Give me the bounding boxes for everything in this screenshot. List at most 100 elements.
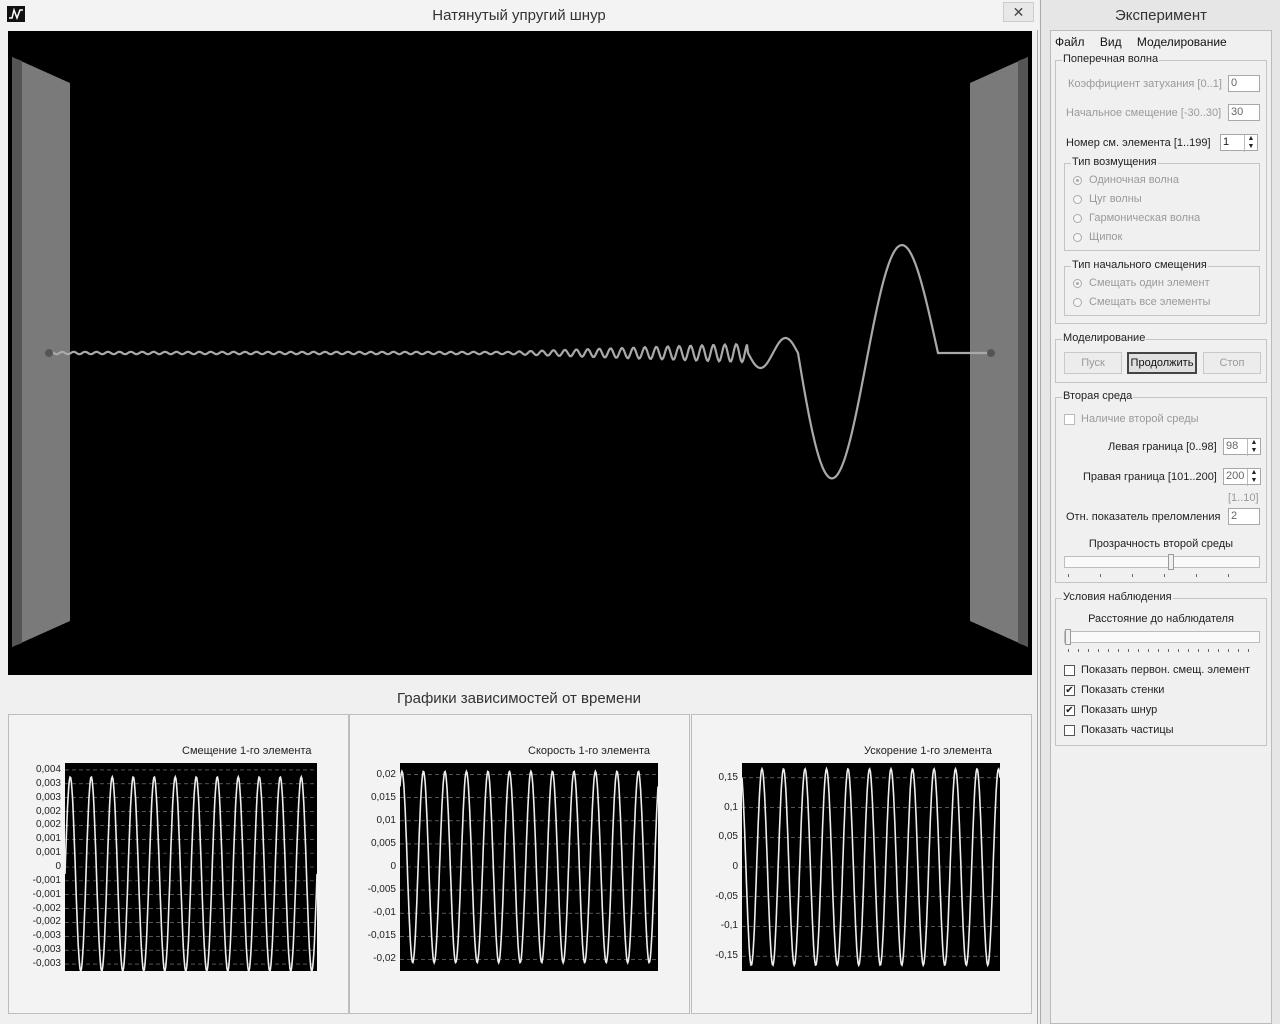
transparency-label: Прозрачность второй среды [1088,538,1234,550]
y-tick-label: 0,002 [35,805,61,817]
scene-svg [12,57,1028,647]
y-tick-label: -0,005 [367,884,396,896]
slider-thumb[interactable] [1168,554,1175,570]
menu-file[interactable]: Файл [1055,35,1085,49]
left-boundary-stepper[interactable]: 98 ▲ ▼ [1223,438,1261,456]
y-tick-label: -0,003 [32,930,61,942]
element-label: Номер см. элемента [1..199] [1066,137,1211,149]
slider-ticks [1068,649,1258,652]
group-label: Тип возмущения [1071,156,1158,168]
transverse-wave-group: Поперечная волна Коэффициент затухания [… [1055,53,1267,324]
radio-label: Смещать один элемент [1089,277,1210,289]
y-tick-label: -0,015 [367,930,396,942]
displacement-graph-panel: Смещение 1-го элемента 0,004 0,003 0,003 0,… [8,714,349,1014]
y-tick-label: -0,002 [32,916,61,928]
y-tick-label: -0,003 [32,958,61,970]
velocity-graph-panel: Скорость 1-го элемента 0,02 0,015 0,01 0,00… [349,714,690,1014]
y-tick-label: 0,015 [370,791,396,803]
spin-icon[interactable]: ▲ ▼ [1247,439,1260,456]
y-tick-label: 0 [390,861,396,872]
graph-title: Ускорение 1-го элемента [864,745,992,757]
right-boundary-stepper[interactable]: 200 ▲ ▼ [1223,468,1261,486]
displacement-plot [65,763,317,971]
y-tick-label: -0,1 [720,920,738,932]
checkbox-label: Показать стенки [1081,684,1165,696]
refraction-field[interactable]: 2 [1228,508,1260,525]
radio-harmonic[interactable] [1073,214,1082,223]
show-walls-checkbox[interactable]: ✔ [1064,685,1075,696]
second-medium-checkbox[interactable] [1064,414,1075,425]
show-cord-checkbox[interactable]: ✔ [1064,705,1075,716]
start-button[interactable]: Пуск [1064,352,1122,374]
radio-label: Щипок [1089,231,1123,243]
side-title: Эксперимент [1114,7,1207,24]
y-tick-label: 0,1 [724,801,738,813]
y-tick-label: 0,005 [370,837,396,849]
y-tick-label: -0,003 [32,944,61,956]
title-bar[interactable]: Натянутый упругий шнур ✕ [0,0,1038,30]
element-value: 1 [1223,136,1230,148]
right-boundary-label: Правая граница [101..200] [1083,471,1217,483]
y-tick-label: 0,003 [35,791,61,803]
y-tick-label: 0 [55,861,61,872]
y-tick-label: 0,003 [35,777,61,789]
left-boundary-value: 98 [1226,440,1239,452]
left-anchor [45,349,53,357]
show-initial-offset-checkbox[interactable] [1064,665,1075,676]
continue-button[interactable]: Продолжить [1127,352,1197,374]
radio-wave-train[interactable] [1073,195,1082,204]
menu-view[interactable]: Вид [1100,35,1122,49]
group-label: Вторая среда [1062,390,1134,402]
offset-field[interactable]: 30 [1228,104,1260,121]
y-tick-label: 0,15 [718,771,738,783]
checkbox-label: Показать первон. смещ. элемент [1081,664,1251,676]
menu-bar: Файл Вид Моделирование [1055,35,1239,49]
distance-slider[interactable] [1064,629,1260,645]
y-tick-label: 0 [732,861,738,872]
acceleration-graph-panel: Ускорение 1-го элемента 0,15 0,1 0,05 0 -0,0… [691,714,1032,1014]
element-stepper[interactable]: 1 ▲ ▼ [1220,134,1258,152]
stop-button[interactable]: Стоп [1203,352,1261,374]
transparency-slider[interactable] [1064,554,1260,570]
slider-thumb[interactable] [1065,629,1071,645]
group-label: Поперечная волна [1062,53,1160,65]
modeling-group: Моделирование Пуск Продолжить Стоп [1055,332,1267,383]
y-tick-label: -0,002 [32,902,61,914]
group-label: Условия наблюдения [1062,591,1173,603]
y-tick-label: -0,001 [32,888,61,900]
y-tick-label: 0,02 [376,768,396,780]
right-anchor [987,349,995,357]
menu-modeling[interactable]: Моделирование [1137,35,1227,49]
radio-label: Гармоническая волна [1089,212,1201,224]
damping-field[interactable]: 0 [1228,75,1260,92]
radio-shift-all[interactable] [1073,298,1082,307]
spin-icon[interactable]: ▲ ▼ [1244,135,1257,152]
damping-label: Коэффициент затухания [0..1] [1068,78,1222,90]
y-tick-label: 0,01 [376,814,396,826]
spin-icon[interactable]: ▲ ▼ [1247,469,1260,486]
offset-label: Начальное смещение [-30..30] [1066,107,1222,119]
show-particles-checkbox[interactable] [1064,725,1075,736]
group-label: Тип начального смещения [1071,259,1208,271]
close-button[interactable]: ✕ [1003,2,1034,22]
radio-pluck[interactable] [1073,233,1082,242]
slider-ticks [1068,574,1258,577]
disturbance-group: Тип возмущения Одиночная волна Цуг волны… [1064,156,1260,251]
graphs-title: Графики зависимостей от времени [396,690,641,707]
radio-single-wave[interactable] [1073,176,1082,185]
y-tick-label: 0,05 [718,831,738,843]
y-tick-label: 0,002 [35,819,61,831]
y-tick-label: -0,01 [373,907,396,919]
checkbox-label: Наличие второй среды [1081,413,1199,425]
chart-svg [742,766,1000,968]
range-hint: [1..10] [1228,492,1259,504]
radio-shift-one[interactable] [1073,279,1082,288]
initial-offset-group: Тип начального смещения Смещать один эле… [1064,259,1260,316]
main-window: Натянутый упругий шнур ✕ Графики зависим… [0,0,1038,1024]
y-tick-label: -0,05 [715,890,738,902]
group-label: Моделирование [1062,332,1147,344]
string-scene [8,31,1032,675]
series-line [65,774,317,971]
checkbox-label: Показать частицы [1081,724,1174,736]
radio-label: Цуг волны [1089,193,1142,205]
